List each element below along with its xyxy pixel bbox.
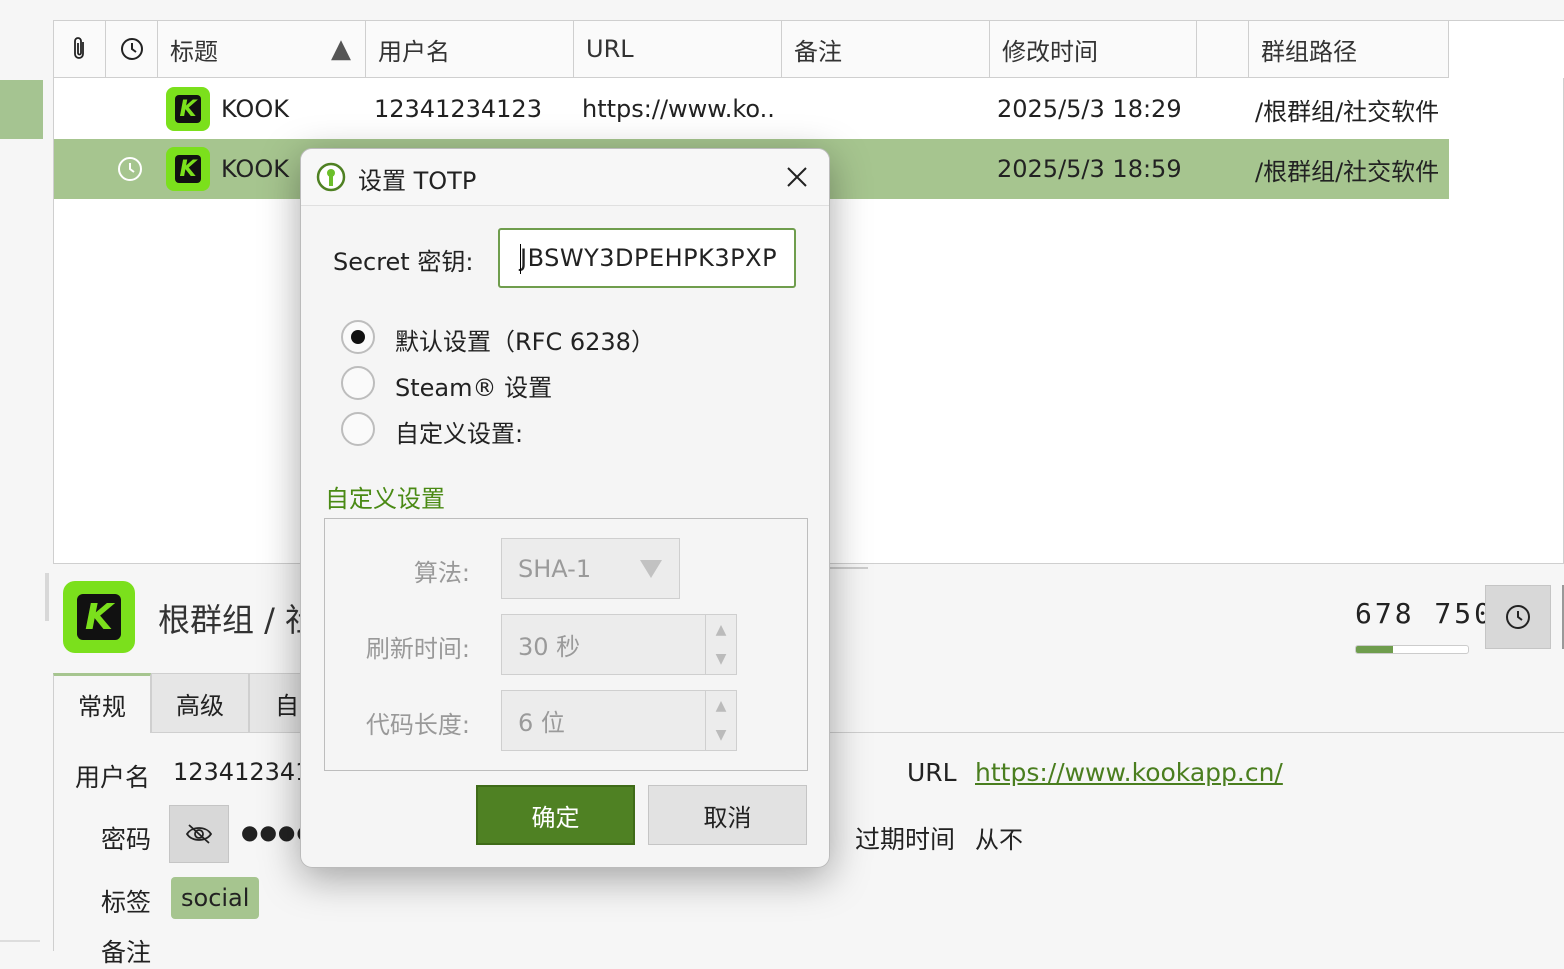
algorithm-label: 算法: bbox=[413, 559, 470, 587]
totp-code[interactable]: 678 750 bbox=[1355, 597, 1494, 630]
column-header-notes[interactable]: 备注 bbox=[782, 21, 990, 78]
tags-label: 标签 bbox=[101, 888, 152, 917]
username-value[interactable]: 123412341 bbox=[173, 758, 310, 786]
step-down-icon[interactable]: ▼ bbox=[706, 645, 736, 675]
panel-border bbox=[53, 733, 54, 951]
radio-steam-settings-label[interactable]: Steam® 设置 bbox=[395, 368, 552, 403]
algorithm-value: SHA-1 bbox=[518, 554, 592, 583]
clock-icon bbox=[120, 38, 143, 60]
radio-default-settings-label[interactable]: 默认设置（RFC 6238） bbox=[395, 322, 655, 357]
tab-general[interactable]: 常规 bbox=[53, 673, 151, 733]
column-header-username-label: 用户名 bbox=[378, 37, 450, 66]
period-stepper[interactable]: ▲ ▼ bbox=[705, 614, 737, 675]
text-caret bbox=[520, 244, 521, 274]
cell-group-path: /根群组/社交软件 bbox=[1255, 157, 1440, 186]
tab-advanced-label: 高级 bbox=[176, 691, 224, 720]
dialog-title: 设置 TOTP bbox=[358, 167, 477, 195]
algorithm-select[interactable]: SHA-1 bbox=[501, 538, 680, 599]
username-label: 用户名 bbox=[75, 763, 151, 792]
notes-label: 备注 bbox=[101, 938, 152, 967]
column-header-group-path-label: 群组路径 bbox=[1261, 37, 1357, 66]
tab-advanced[interactable]: 高级 bbox=[151, 673, 249, 733]
period-spinbox[interactable]: 30 秒 bbox=[501, 614, 706, 675]
totp-progress-fill bbox=[1356, 646, 1393, 653]
totp-setup-dialog[interactable]: 设置 TOTP Secret 密钥: JBSWY3DPEHPK3PXP 默认设置… bbox=[300, 148, 830, 868]
column-header-attachment[interactable] bbox=[54, 21, 106, 78]
column-header-blank[interactable] bbox=[1197, 21, 1249, 78]
tab-autotype-label: 自 bbox=[275, 691, 299, 720]
ok-button[interactable]: 确定 bbox=[476, 785, 635, 845]
column-header-modified[interactable]: 修改时间 bbox=[990, 21, 1197, 78]
eye-off-icon bbox=[185, 824, 213, 844]
cancel-button[interactable]: 取消 bbox=[648, 785, 807, 845]
tab-general-label: 常规 bbox=[78, 693, 126, 721]
digits-value: 6 位 bbox=[518, 709, 565, 737]
toggle-password-visibility-button[interactable] bbox=[169, 805, 229, 863]
radio-checked-dot bbox=[351, 330, 365, 344]
column-header-username[interactable]: 用户名 bbox=[366, 21, 574, 78]
digits-stepper[interactable]: ▲ ▼ bbox=[705, 690, 737, 751]
tag-chip[interactable]: social bbox=[171, 877, 260, 919]
column-header-title[interactable]: 标题 ▲ bbox=[158, 21, 366, 78]
dialog-titlebar[interactable]: 设置 TOTP bbox=[301, 149, 829, 206]
expiry-label: 过期时间 bbox=[855, 825, 956, 854]
expiry-value: 从不 bbox=[975, 826, 1023, 854]
radio-custom-settings-label[interactable]: 自定义设置: bbox=[395, 414, 523, 449]
close-icon bbox=[787, 167, 807, 187]
paperclip-icon bbox=[73, 37, 84, 59]
table-row[interactable]: K KOOK 12341234123 https://www.ko... 202… bbox=[54, 79, 1449, 139]
clock-icon bbox=[1506, 605, 1530, 629]
password-label: 密码 bbox=[101, 825, 152, 854]
cell-modified: 2025/5/3 18:59 bbox=[997, 155, 1182, 183]
header-filler bbox=[1449, 21, 1564, 78]
radio-default-settings[interactable] bbox=[341, 320, 375, 354]
kook-app-icon: K bbox=[166, 147, 210, 191]
left-splitter-handle[interactable] bbox=[45, 573, 49, 621]
cell-url: https://www.ko... bbox=[582, 95, 777, 123]
step-up-icon[interactable]: ▲ bbox=[706, 615, 736, 645]
column-header-modified-label: 修改时间 bbox=[1002, 37, 1098, 66]
column-header-title-label: 标题 bbox=[170, 37, 218, 66]
period-value: 30 秒 bbox=[518, 633, 581, 661]
step-down-icon[interactable]: ▼ bbox=[706, 721, 736, 751]
cell-group-path: /根群组/社交软件 bbox=[1255, 97, 1440, 126]
step-up-icon[interactable]: ▲ bbox=[706, 691, 736, 721]
secret-key-label: Secret 密钥: bbox=[333, 248, 474, 276]
url-link[interactable]: https://www.kookapp.cn/ bbox=[975, 758, 1283, 787]
kook-app-icon: K bbox=[166, 87, 210, 131]
url-label: URL bbox=[907, 758, 957, 787]
keepassxc-logo-icon bbox=[316, 162, 346, 192]
column-header-expiry[interactable] bbox=[106, 21, 158, 78]
cell-title: KOOK bbox=[221, 95, 289, 123]
column-header-url[interactable]: URL bbox=[574, 21, 782, 78]
divider bbox=[0, 940, 40, 942]
chevron-down-icon bbox=[640, 560, 662, 578]
column-header-group-path[interactable]: 群组路径 bbox=[1249, 21, 1449, 78]
cell-username: 12341234123 bbox=[374, 95, 542, 123]
digits-label: 代码长度: bbox=[365, 711, 470, 739]
secret-key-input[interactable]: JBSWY3DPEHPK3PXP bbox=[498, 228, 796, 288]
digits-spinbox[interactable]: 6 位 bbox=[501, 690, 706, 751]
column-header-url-label: URL bbox=[586, 35, 634, 63]
sort-ascending-icon: ▲ bbox=[331, 34, 351, 64]
cell-modified: 2025/5/3 18:29 bbox=[997, 95, 1182, 123]
cell-notes bbox=[790, 79, 985, 139]
entry-group-path: 根群组 / 社 bbox=[158, 601, 318, 639]
entry-icon: K bbox=[63, 581, 135, 653]
secret-key-value: JBSWY3DPEHPK3PXP bbox=[520, 244, 778, 272]
custom-settings-heading: 自定义设置 bbox=[325, 485, 445, 513]
close-button[interactable] bbox=[776, 157, 818, 197]
column-header-notes-label: 备注 bbox=[794, 37, 842, 66]
totp-progress-bar bbox=[1355, 645, 1469, 654]
radio-custom-settings[interactable] bbox=[341, 412, 375, 446]
history-button[interactable] bbox=[1485, 585, 1551, 649]
left-accent-strip bbox=[0, 80, 43, 139]
radio-steam-settings[interactable] bbox=[341, 366, 375, 400]
totp-clock-icon bbox=[118, 157, 142, 181]
period-label: 刷新时间: bbox=[365, 635, 470, 663]
custom-settings-group: 算法: SHA-1 刷新时间: 30 秒 ▲ ▼ 代码长度: 6 位 ▲ ▼ bbox=[324, 518, 808, 771]
